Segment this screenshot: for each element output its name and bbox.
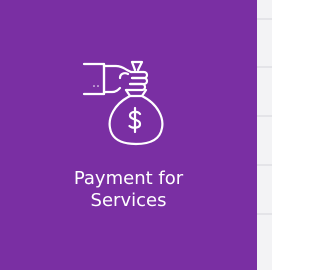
payment-for-services-tile[interactable]: Payment for Services — [0, 0, 257, 270]
adjacent-panel-divider — [257, 115, 272, 117]
adjacent-panel-divider — [257, 213, 272, 215]
page: Payment for Services — [0, 0, 272, 270]
tile-label: Payment for Services — [73, 168, 184, 211]
hand-money-bag-icon — [72, 50, 184, 150]
adjacent-panel-edge — [257, 0, 272, 270]
adjacent-panel-divider — [257, 18, 272, 20]
adjacent-panel-divider — [257, 66, 272, 68]
adjacent-panel-divider — [257, 164, 272, 166]
